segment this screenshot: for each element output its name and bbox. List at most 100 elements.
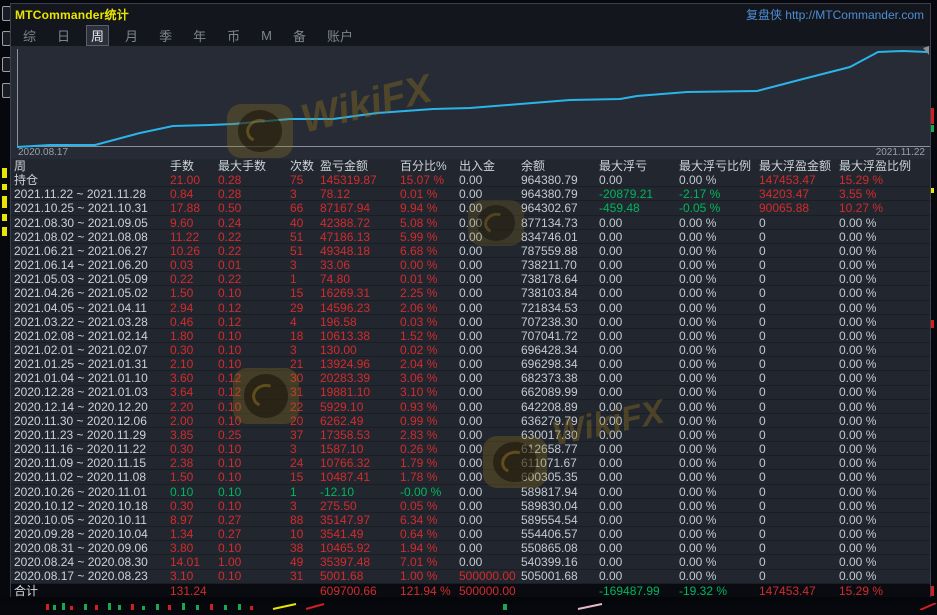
table-row[interactable]: 持仓21.000.2875145319.8715.07 %0.00964380.…: [11, 173, 930, 187]
cell: 0.00: [599, 371, 679, 385]
table-row[interactable]: 2021.04.05 ~ 2021.04.112.940.122914596.2…: [11, 301, 930, 315]
tab-账户[interactable]: 账户: [322, 25, 358, 46]
table-row[interactable]: 2021.01.04 ~ 2021.01.103.600.123020283.3…: [11, 371, 930, 385]
tab-周[interactable]: 周: [86, 25, 109, 46]
cell: 2020.09.28 ~ 2020.10.04: [14, 527, 170, 541]
table-row[interactable]: 2020.08.24 ~ 2020.08.3014.011.004935397.…: [11, 555, 930, 569]
cell: 0.00 %: [679, 541, 759, 555]
cell: 2021.02.01 ~ 2021.02.07: [14, 343, 170, 357]
cell: 9.94 %: [400, 201, 459, 215]
cell: 0.00 %: [679, 470, 759, 484]
cell: 0.00 %: [679, 414, 759, 428]
column-header-3[interactable]: 次数: [290, 159, 320, 173]
cell: 0.00 %: [679, 442, 759, 456]
cell: 0: [759, 470, 839, 484]
column-header-10[interactable]: 最大浮盈金额: [759, 159, 839, 173]
cell: 738211.70: [521, 258, 599, 272]
cell: 31: [290, 569, 320, 583]
table-row[interactable]: 2020.08.17 ~ 2020.08.233.100.10315001.68…: [11, 570, 930, 584]
column-header-0[interactable]: 周: [14, 159, 170, 173]
table-row[interactable]: 2021.04.26 ~ 2021.05.021.500.101516269.3…: [11, 286, 930, 300]
table-row[interactable]: 2021.03.22 ~ 2021.03.280.460.124196.580.…: [11, 315, 930, 329]
table-row[interactable]: 2021.10.25 ~ 2021.10.3117.880.506687167.…: [11, 201, 930, 215]
cell: 0.00: [459, 343, 521, 357]
cell: 0.10: [218, 329, 290, 343]
column-header-1[interactable]: 手数: [170, 159, 218, 173]
table-row[interactable]: 2021.02.01 ~ 2021.02.070.300.103130.000.…: [11, 343, 930, 357]
background-fragment: [2, 196, 7, 208]
cell: 6.68 %: [400, 244, 459, 258]
cell: 0.00 %: [839, 414, 930, 428]
column-header-4[interactable]: 盈亏金额: [320, 159, 400, 173]
table-row[interactable]: 2021.05.03 ~ 2021.05.090.220.22174.800.0…: [11, 272, 930, 286]
table-row[interactable]: 2020.08.31 ~ 2020.09.063.800.103810465.9…: [11, 541, 930, 555]
tab-日[interactable]: 日: [52, 25, 75, 46]
table-row[interactable]: 2020.11.16 ~ 2020.11.220.300.1031587.100…: [11, 442, 930, 456]
cell: 0: [759, 569, 839, 583]
cell: 1.50: [170, 470, 218, 484]
table-row[interactable]: 2020.12.14 ~ 2020.12.202.200.10225929.10…: [11, 400, 930, 414]
column-header-11[interactable]: 最大浮盈比例: [839, 159, 930, 173]
cell: 9.60: [170, 216, 218, 230]
table-row[interactable]: 2021.02.08 ~ 2021.02.141.800.101810613.3…: [11, 329, 930, 343]
table-row[interactable]: 2021.01.25 ~ 2021.01.312.100.102113924.9…: [11, 357, 930, 371]
chart-canvas: [11, 46, 930, 159]
cell: 2021.05.03 ~ 2021.05.09: [14, 272, 170, 286]
cell: 696298.34: [521, 357, 599, 371]
tab-季[interactable]: 季: [154, 25, 177, 46]
cell: 2021.04.26 ~ 2021.05.02: [14, 286, 170, 300]
cell: 15.29 %: [839, 584, 930, 598]
cell: 3.06 %: [400, 371, 459, 385]
table-row[interactable]: 2020.10.05 ~ 2020.10.118.970.278835147.9…: [11, 513, 930, 527]
cell: 0.00 %: [679, 272, 759, 286]
brand-link[interactable]: 复盘侠 http://MTCommander.com: [746, 6, 924, 23]
tab-年[interactable]: 年: [188, 25, 211, 46]
cell: 0.10: [218, 286, 290, 300]
tab-币[interactable]: 币: [222, 25, 245, 46]
cell: 7.01 %: [400, 555, 459, 569]
table-row[interactable]: 2020.11.23 ~ 2020.11.293.850.253717358.5…: [11, 428, 930, 442]
table-row[interactable]: 2021.08.02 ~ 2021.08.0811.220.225147186.…: [11, 230, 930, 244]
cell: 630017.30: [521, 428, 599, 442]
cell: 0.00 %: [839, 499, 930, 513]
cell: 2020.11.30 ~ 2020.12.06: [14, 414, 170, 428]
tab-M[interactable]: M: [256, 27, 277, 44]
tab-综[interactable]: 综: [18, 25, 41, 46]
tab-备[interactable]: 备: [288, 25, 311, 46]
cell: 14596.23: [320, 301, 400, 315]
cell: 8.97: [170, 513, 218, 527]
cell: 275.50: [320, 499, 400, 513]
cell: 0.00: [599, 343, 679, 357]
table-row[interactable]: 2020.11.09 ~ 2020.11.152.380.102410766.3…: [11, 456, 930, 470]
cell: 0.00: [599, 385, 679, 399]
table-row[interactable]: 2021.06.14 ~ 2021.06.200.030.01333.060.0…: [11, 258, 930, 272]
tab-月[interactable]: 月: [120, 25, 143, 46]
table-row[interactable]: 2020.10.12 ~ 2020.10.180.300.103275.500.…: [11, 499, 930, 513]
column-header-7[interactable]: 余额: [521, 159, 599, 173]
cell: 0.27: [218, 513, 290, 527]
cell: 0.00 %: [839, 286, 930, 300]
table-row[interactable]: 2021.11.22 ~ 2021.11.280.840.28378.120.0…: [11, 187, 930, 201]
cell: 0.00 %: [839, 258, 930, 272]
cell: -2.17 %: [679, 187, 759, 201]
cell: 0.46: [170, 315, 218, 329]
cell: 0.00: [599, 541, 679, 555]
table-row[interactable]: 2020.11.30 ~ 2020.12.062.000.10206262.49…: [11, 414, 930, 428]
cell: 0.00 %: [839, 371, 930, 385]
title-bar[interactable]: MTCommander统计 复盘侠 http://MTCommander.com: [11, 4, 930, 24]
column-header-8[interactable]: 最大浮亏: [599, 159, 679, 173]
column-header-9[interactable]: 最大浮亏比例: [679, 159, 759, 173]
table-row[interactable]: 2020.09.28 ~ 2020.10.041.340.27103541.49…: [11, 527, 930, 541]
table-row[interactable]: 2020.10.26 ~ 2020.11.010.100.101-12.10-0…: [11, 485, 930, 499]
table-row[interactable]: 2020.12.28 ~ 2021.01.033.640.123119881.1…: [11, 386, 930, 400]
column-header-5[interactable]: 百分比%: [400, 159, 459, 173]
table-row[interactable]: 2021.08.30 ~ 2021.09.059.600.244042388.7…: [11, 216, 930, 230]
column-header-6[interactable]: 出入金: [459, 159, 521, 173]
cell: 10613.38: [320, 329, 400, 343]
table-row[interactable]: 2020.11.02 ~ 2020.11.081.500.101510487.4…: [11, 470, 930, 484]
cell: 3.60: [170, 371, 218, 385]
scroll-arrow-icon[interactable]: [923, 46, 929, 55]
total-row[interactable]: 合计131.24609700.66121.94 %500000.00-16948…: [11, 584, 930, 598]
table-row[interactable]: 2021.06.21 ~ 2021.06.2710.260.225149348.…: [11, 244, 930, 258]
column-header-2[interactable]: 最大手数: [218, 159, 290, 173]
